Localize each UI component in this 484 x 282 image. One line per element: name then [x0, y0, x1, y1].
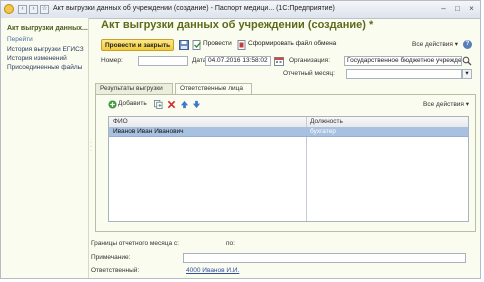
search-icon[interactable]	[462, 56, 472, 66]
responsible-persons-table: ФИО Должность Иванов Иван Иванович бухга…	[108, 116, 469, 222]
row-fio-cell[interactable]: Иванов Иван Иванович	[113, 128, 184, 135]
navigation-panel: Акт выгрузки данных... Перейти История в…	[1, 18, 89, 278]
form-title: Акт выгрузки данных об учреждении (созда…	[101, 19, 374, 31]
app-logo-icon[interactable]	[4, 4, 14, 14]
tab-export-results[interactable]: Результаты выгрузки	[95, 83, 173, 94]
report-month-field[interactable]	[346, 69, 462, 79]
copy-icon[interactable]	[154, 100, 163, 109]
sidebar-title[interactable]: Акт выгрузки данных...	[7, 25, 88, 32]
form-toolbar: Провести и закрыть Провести Сформировать…	[101, 39, 472, 51]
note-label: Примечание:	[91, 254, 131, 261]
organization-field[interactable]: Государственное бюджетное учрежден	[344, 56, 462, 66]
number-label: Номер:	[101, 57, 123, 64]
column-position-header[interactable]: Должность	[310, 118, 343, 125]
sidebar-item-change-history[interactable]: История изменений	[7, 54, 84, 63]
help-icon[interactable]: ?	[463, 40, 472, 49]
save-icon[interactable]	[179, 40, 189, 50]
generate-file-icon	[237, 40, 246, 50]
add-button[interactable]: Добавить	[118, 100, 147, 107]
period-to-label: по:	[226, 240, 235, 247]
chevron-down-icon[interactable]: ▾	[462, 69, 472, 79]
title-toolbar: ‹ › ☆	[18, 5, 49, 14]
maximize-button[interactable]: □	[452, 4, 463, 14]
calendar-icon[interactable]	[274, 56, 284, 66]
post-and-close-button[interactable]: Провести и закрыть	[101, 39, 175, 51]
report-month-label: Отчетный месяц:	[283, 70, 335, 77]
responsible-label: Ответственный:	[91, 267, 140, 274]
generate-exchange-file-button[interactable]: Сформировать файл обмена	[248, 40, 336, 47]
post-document-icon	[192, 40, 201, 50]
form-area: Акт выгрузки данных об учреждении (созда…	[91, 18, 480, 278]
sidebar-item-attached-files[interactable]: Присоединенные файлы	[7, 63, 84, 72]
responsible-persons-panel: Добавить Все действия ▾ ФИО Должность Ив…	[95, 94, 476, 232]
title-bar: ‹ › ☆ Акт выгрузки данных об учреждении …	[1, 1, 480, 19]
sidebar-items: История выгрузки ЕГИСЗ История изменений…	[7, 45, 84, 72]
panel-splitter[interactable]: · · ·	[90, 140, 93, 154]
post-button[interactable]: Провести	[203, 40, 232, 47]
number-field[interactable]	[138, 56, 188, 66]
sidebar-item-egisz-history[interactable]: История выгрузки ЕГИСЗ	[7, 45, 84, 54]
table-toolbar: Добавить Все действия ▾	[108, 100, 469, 110]
application-window: ‹ › ☆ Акт выгрузки данных об учреждении …	[0, 0, 481, 279]
row-position-cell[interactable]: бухгатер	[310, 128, 336, 135]
window-title: Акт выгрузки данных об учреждении (созда…	[53, 5, 335, 12]
all-actions-menu[interactable]: Все действия ▾	[412, 40, 458, 48]
minimize-button[interactable]: –	[438, 4, 449, 14]
delete-icon[interactable]	[167, 100, 176, 109]
move-up-icon[interactable]	[180, 100, 189, 109]
table-row[interactable]: Иванов Иван Иванович бухгатер	[109, 127, 468, 137]
period-bounds-label: Границы отчетного месяца с:	[91, 240, 179, 247]
favorite-icon[interactable]: ☆	[40, 5, 49, 14]
window-controls: – □ ×	[438, 4, 477, 14]
organization-label: Организация:	[289, 57, 331, 64]
move-down-icon[interactable]	[192, 100, 201, 109]
close-button[interactable]: ×	[466, 4, 477, 14]
tabs-bar: Результаты выгрузки Ответственные лица	[95, 83, 476, 95]
column-fio-header[interactable]: ФИО	[113, 118, 128, 125]
note-field[interactable]	[183, 253, 466, 263]
forward-icon[interactable]: ›	[29, 5, 38, 14]
table-all-actions-menu[interactable]: Все действия ▾	[423, 100, 469, 108]
sidebar-goto-label: Перейти	[7, 36, 33, 43]
back-icon[interactable]: ‹	[18, 5, 27, 14]
add-icon	[108, 100, 117, 109]
responsible-link[interactable]: 4000 Иванов И.И.	[186, 267, 239, 274]
date-field[interactable]: 04.07.2016 13:58:02	[205, 56, 271, 66]
